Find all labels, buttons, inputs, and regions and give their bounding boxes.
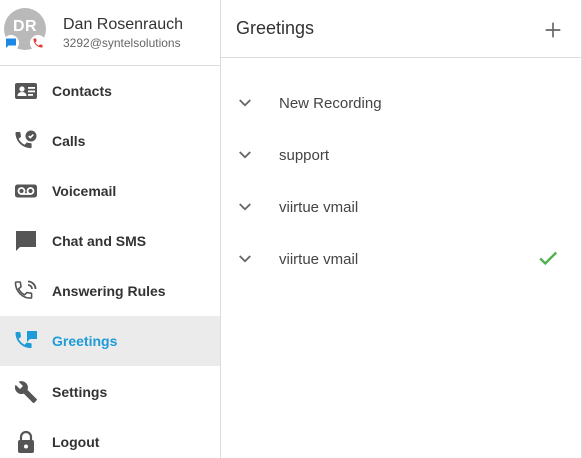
greetings-panel: Greetings New Recording support viirtue … (221, 0, 582, 458)
page-title: Greetings (236, 18, 315, 38)
nav-label: Voicemail (52, 183, 117, 199)
nav-item-voicemail[interactable]: Voicemail (0, 166, 220, 216)
chevron-down-icon[interactable] (236, 94, 254, 112)
nav-item-settings[interactable]: Settings (0, 367, 220, 417)
greeting-label: support (279, 147, 330, 164)
list-item[interactable]: viirtue vmail (221, 182, 581, 232)
user-extension: 3292@syntelsolutions (63, 36, 181, 50)
voicemail-icon (15, 184, 37, 198)
greeting-label: New Recording (279, 95, 382, 112)
nav-label: Logout (52, 434, 100, 450)
avatar-initials: DR (12, 18, 38, 35)
lock-icon (18, 430, 34, 453)
nav-label: Calls (52, 133, 86, 149)
nav-item-answering-rules[interactable]: Answering Rules (0, 266, 220, 316)
user-profile[interactable]: DR Dan Rosenrauch 3292@syntelsolutions (0, 0, 220, 66)
contacts-icon (15, 83, 37, 99)
nav-label: Answering Rules (52, 283, 166, 299)
nav-item-greetings[interactable]: Greetings (0, 316, 220, 366)
greetings-icon (15, 331, 37, 349)
nav-item-chat-and-sms[interactable]: Chat and SMS (0, 216, 220, 266)
user-name: Dan Rosenrauch (63, 16, 184, 33)
wrench-icon (14, 381, 37, 403)
list-item[interactable]: viirtue vmail (221, 234, 581, 284)
phone-status-icon (30, 35, 46, 51)
nav-label: Chat and SMS (52, 233, 147, 249)
calls-icon (15, 130, 37, 149)
chevron-down-icon[interactable] (236, 250, 254, 268)
nav-label: Settings (52, 384, 108, 400)
chat-icon (16, 231, 36, 251)
nav-item-contacts[interactable]: Contacts (0, 66, 220, 116)
answering-rules-icon (14, 280, 37, 299)
list-item[interactable]: New Recording (221, 78, 581, 128)
list-item[interactable]: support (221, 130, 581, 180)
chevron-down-icon[interactable] (236, 146, 254, 164)
check-icon (539, 251, 558, 266)
panel-header: Greetings (221, 0, 581, 58)
chevron-down-icon[interactable] (236, 198, 254, 216)
nav-item-logout[interactable]: Logout (0, 417, 220, 458)
plus-icon[interactable] (542, 19, 564, 41)
nav-label: Greetings (52, 333, 118, 349)
greeting-label: viirtue vmail (279, 251, 359, 268)
nav-label: Contacts (52, 83, 112, 99)
nav-item-calls[interactable]: Calls (0, 116, 220, 166)
chat-status-icon (3, 35, 19, 51)
greeting-label: viirtue vmail (279, 199, 359, 216)
sidebar: DR Dan Rosenrauch 3292@syntelsolutions C… (0, 0, 221, 458)
